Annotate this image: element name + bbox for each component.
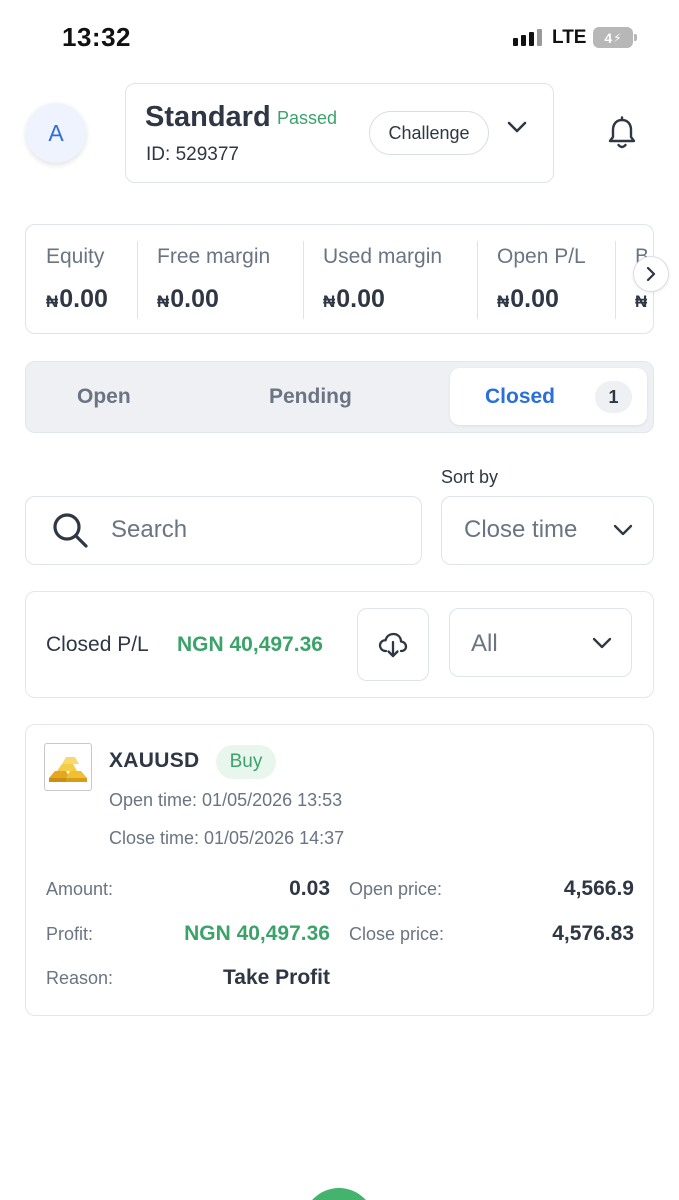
- close-price-value: 4,576.83: [552, 922, 634, 945]
- trade-side-badge: Buy: [216, 745, 276, 779]
- metric-free-margin-amount: 0.00: [170, 285, 219, 313]
- metric-equity-label: Equity: [46, 245, 105, 268]
- chevron-down-icon: [613, 524, 633, 536]
- open-price-value: 4,566.9: [563, 877, 634, 900]
- metrics-scroll-next-button[interactable]: [633, 256, 669, 292]
- sort-select-value[interactable]: Close time: [464, 516, 577, 544]
- search-icon: [53, 513, 88, 548]
- divider: [137, 241, 138, 319]
- currency-symbol: ₦: [635, 292, 648, 311]
- metric-open-pl-value: ₦0.00: [497, 285, 559, 314]
- metric-open-pl-amount: 0.00: [510, 285, 559, 313]
- account-type: Standard: [145, 101, 271, 133]
- account-status-badge: Passed: [277, 108, 338, 128]
- filter-select-value[interactable]: All: [471, 630, 498, 658]
- metric-free-margin-label: Free margin: [157, 245, 271, 268]
- closed-pl-value: NGN 40,497.36: [177, 633, 323, 656]
- signal-strength-icon: [513, 29, 542, 46]
- reason-value: Take Profit: [223, 966, 330, 989]
- bell-icon[interactable]: [606, 116, 638, 152]
- trade-open-time: Open time: 01/05/2026 13:53: [109, 790, 343, 810]
- amount-value: 0.03: [289, 877, 330, 900]
- floating-action-button[interactable]: [303, 1188, 375, 1200]
- search-placeholder[interactable]: Search: [111, 516, 187, 544]
- metric-open-pl-label: Open P/L: [497, 245, 586, 268]
- account-id-label: ID:: [146, 144, 171, 165]
- currency-symbol: ₦: [497, 292, 510, 311]
- metric-equity-value: ₦0.00: [46, 285, 108, 314]
- closed-pl-label: Closed P/L: [46, 633, 149, 656]
- trade-close-time: Close time: 01/05/2026 14:37: [109, 828, 345, 848]
- close-price-label: Close price:: [349, 924, 445, 944]
- chevron-down-icon: [592, 637, 612, 649]
- battery-icon: 4 ⚡: [593, 27, 637, 48]
- reason-label: Reason:: [46, 968, 114, 988]
- cloud-download-icon: [378, 632, 408, 657]
- profit-label: Profit:: [46, 924, 94, 944]
- open-price-label: Open price:: [349, 879, 443, 899]
- divider: [477, 241, 478, 319]
- account-id: ID: 529377: [146, 144, 239, 166]
- trade-symbol: XAUUSD: [109, 749, 200, 772]
- metric-used-margin-amount: 0.00: [336, 285, 385, 313]
- account-id-value: 529377: [175, 144, 239, 165]
- gold-bars-icon: [44, 743, 92, 791]
- tab-closed-label[interactable]: Closed: [485, 385, 555, 409]
- metric-used-margin-value: ₦0.00: [323, 285, 385, 314]
- chevron-right-icon: [646, 267, 656, 281]
- profit-value: NGN 40,497.36: [184, 922, 330, 945]
- chevron-down-icon[interactable]: [506, 116, 528, 138]
- metric-used-margin-label: Used margin: [323, 245, 443, 268]
- closed-count-badge: 1: [595, 381, 632, 413]
- currency-symbol: ₦: [46, 292, 59, 311]
- network-type: LTE: [552, 27, 587, 48]
- divider: [615, 241, 616, 319]
- account-metrics: Equity ₦0.00 Free margin ₦0.00 Used marg…: [25, 224, 654, 334]
- amount-label: Amount:: [46, 879, 114, 899]
- metric-equity-amount: 0.00: [59, 285, 108, 313]
- tab-pending[interactable]: Pending: [269, 385, 352, 409]
- tab-open[interactable]: Open: [77, 385, 131, 409]
- battery-level: 4: [604, 29, 613, 46]
- challenge-button[interactable]: Challenge: [369, 111, 489, 155]
- currency-symbol: ₦: [323, 292, 336, 311]
- status-bar-time: 13:32: [62, 22, 131, 52]
- divider: [303, 241, 304, 319]
- download-button[interactable]: [357, 608, 429, 681]
- sort-by-label: Sort by: [441, 467, 499, 487]
- avatar[interactable]: A: [26, 103, 86, 163]
- metric-free-margin-value: ₦0.00: [157, 285, 219, 314]
- currency-symbol: ₦: [157, 292, 170, 311]
